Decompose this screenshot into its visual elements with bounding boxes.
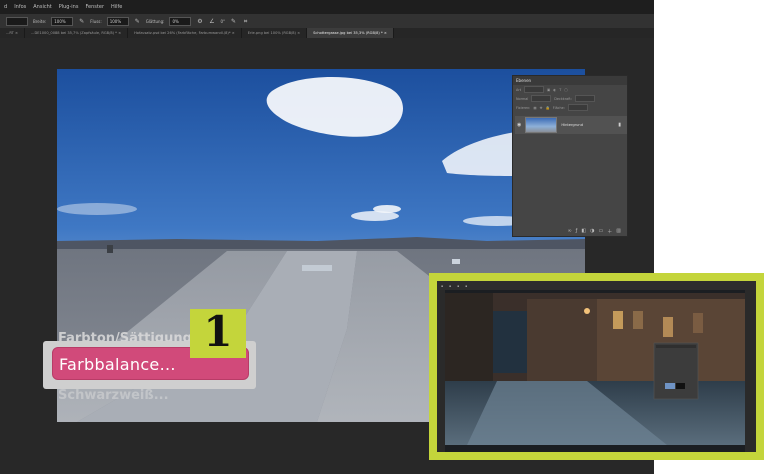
inset-toolbar: ▪ ▪ ▪ ▪	[437, 281, 756, 290]
menu-item-window[interactable]: Fenster	[85, 4, 104, 10]
layers-panel: Ebenen Art ▣ ◐ T ▢ Normal Deckkraft: Fix…	[512, 75, 628, 237]
inset-toolbar-icon: ▪	[449, 283, 452, 288]
lock-all-icon[interactable]: 🔒	[545, 106, 549, 110]
lock-position-icon[interactable]: ✥	[540, 106, 543, 110]
brush-pressure-icon[interactable]: ✎	[230, 18, 237, 25]
menu-item-edit[interactable]: d	[4, 4, 7, 10]
document-tabs: ...RT × ...DE1000_0088 bei 35,7% (Zapfsä…	[0, 28, 654, 38]
tab-document-2[interactable]: ...DE1000_0088 bei 35,7% (Zapfsäule, RGB…	[25, 28, 129, 38]
inset-screenshot: ▪ ▪ ▪ ▪	[437, 281, 756, 452]
blend-mode-box[interactable]	[531, 95, 552, 102]
pressure-icon[interactable]: ✎	[78, 18, 85, 25]
tab-document-3[interactable]: Hofzusatz.psd bei 26% (Farbfläche, Farbu…	[128, 28, 242, 38]
width-label: Breite:	[33, 18, 47, 24]
filter-adjust-icon[interactable]: ◐	[553, 88, 556, 92]
filter-shape-icon[interactable]: ▢	[564, 88, 567, 92]
menu-item-color-balance-label: Farbbalance...	[59, 355, 176, 374]
group-folder-icon[interactable]: ▭	[599, 228, 604, 234]
menu-item-black-white[interactable]: Schwarzweiß...	[58, 388, 169, 403]
fill-field[interactable]	[567, 104, 588, 111]
options-bar: Breite: 100% ✎ Fluss: 100% ✎ Glättung: 0…	[0, 14, 654, 28]
tab-document-1[interactable]: ...RT ×	[0, 28, 26, 38]
layers-filter-row: Art ▣ ◐ T ▢	[513, 85, 627, 94]
opacity-field[interactable]	[574, 95, 595, 102]
tab-document-active[interactable]: Schottergasse.jpg bei 35,3% (RGB/8) * ×	[307, 28, 394, 38]
angle-value[interactable]: 0°	[220, 19, 225, 24]
visibility-eye-icon[interactable]: ◉	[517, 122, 521, 128]
tab-document-4[interactable]: Erle.png bei 100% (RGB/8) ×	[242, 28, 308, 38]
opacity-label: Deckkraft:	[554, 96, 572, 101]
inset-toolbar-icon: ▪	[457, 283, 460, 288]
blend-mode-dropdown[interactable]: Normal	[516, 97, 528, 101]
mask-icon[interactable]: ◧	[581, 228, 586, 234]
menu-item-info[interactable]: Infos	[14, 4, 26, 10]
layers-panel-title: Ebenen	[513, 76, 627, 85]
layers-footer: ∞ ƒ ◧ ◑ ▭ ＋ ▥	[513, 226, 627, 236]
layer-row-background[interactable]: ◉ Hintergrund ▮	[515, 116, 627, 134]
flow-field[interactable]: 100%	[106, 16, 129, 26]
fill-label: Fläche:	[552, 105, 565, 110]
fx-icon[interactable]: ƒ	[576, 228, 578, 234]
step-number: 1	[203, 307, 233, 356]
menu-item-view[interactable]: Ansicht	[33, 4, 51, 10]
smoothing-field[interactable]: 0%	[169, 16, 192, 26]
smoothing-label: Glättung:	[145, 18, 165, 24]
layers-lock-row: Fixieren: ▦ ✥ 🔒 Fläche:	[513, 103, 627, 112]
street-scene-image	[437, 281, 756, 452]
lock-label: Fixieren:	[516, 105, 531, 110]
adjustment-layer-icon[interactable]: ◑	[590, 228, 594, 234]
layer-name: Hintergrund	[561, 123, 583, 127]
inset-toolbar-icon: ▪	[441, 283, 444, 288]
symmetry-icon[interactable]: ⌗	[242, 18, 249, 25]
trash-icon[interactable]: ▥	[616, 228, 621, 234]
airbrush-icon[interactable]: ✎	[134, 18, 141, 25]
angle-icon[interactable]: ∠	[208, 18, 215, 25]
gear-icon[interactable]: ⚙	[196, 18, 203, 25]
filter-type-icon[interactable]: T	[559, 88, 561, 92]
tool-preset-field[interactable]	[6, 16, 28, 26]
new-layer-icon[interactable]: ＋	[607, 228, 612, 235]
link-layers-icon[interactable]: ∞	[567, 228, 571, 234]
layer-lock-icon[interactable]: ▮	[618, 122, 621, 128]
kind-dropdown[interactable]	[524, 86, 545, 93]
menu-bar: d Infos Ansicht Plug-ins Fenster Hilfe	[0, 0, 654, 14]
layers-mode-row: Normal Deckkraft:	[513, 94, 627, 103]
filter-pixel-icon[interactable]: ▣	[547, 88, 550, 92]
inset-toolbar-icon: ▪	[465, 283, 468, 288]
flow-label: Fluss:	[90, 18, 102, 24]
width-field[interactable]: 100%	[51, 16, 74, 26]
menu-item-plugins[interactable]: Plug-ins	[59, 4, 79, 10]
lock-pixels-icon[interactable]: ▦	[533, 106, 536, 110]
menu-item-help[interactable]: Hilfe	[111, 4, 122, 10]
layer-thumbnail	[525, 117, 558, 133]
kind-label: Art	[516, 87, 522, 92]
